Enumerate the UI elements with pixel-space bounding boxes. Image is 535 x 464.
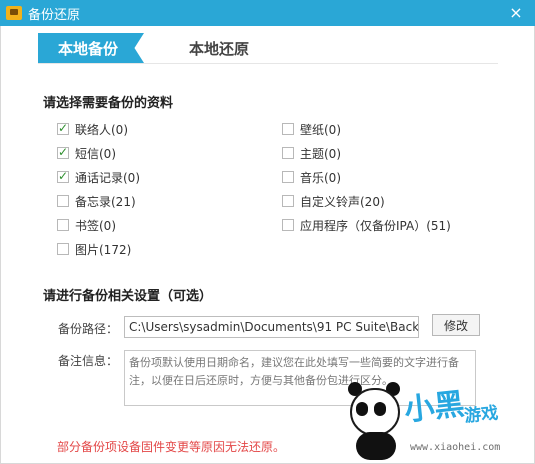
checkbox-label: 图片(172) [75, 242, 132, 257]
app-icon [6, 6, 22, 20]
checkbox-label: 短信(0) [75, 146, 116, 161]
checkbox-music[interactable]: 音乐(0) [282, 169, 341, 185]
checkbox-unchecked-icon[interactable] [57, 219, 69, 231]
checkbox-unchecked-icon[interactable] [57, 195, 69, 207]
checkbox-memo[interactable]: 备忘录(21) [57, 193, 136, 209]
checkbox-label: 联络人(0) [75, 122, 128, 137]
checkbox-checked-icon[interactable] [57, 169, 69, 183]
checkbox-custom-ringtones[interactable]: 自定义铃声(20) [282, 193, 385, 209]
checkbox-call-log[interactable]: 通话记录(0) [57, 169, 140, 185]
close-button[interactable]: × [507, 4, 525, 22]
checkbox-label: 主题(0) [300, 146, 341, 161]
modify-path-button[interactable]: 修改 [432, 314, 480, 336]
backup-path-input[interactable]: C:\Users\sysadmin\Documents\91 PC Suite\… [124, 316, 419, 338]
tab-divider [38, 63, 498, 64]
watermark-logo-text: 小黑 [402, 386, 467, 429]
checkbox-unchecked-icon[interactable] [282, 195, 294, 207]
site-watermark: 小黑 游戏 www.xiaohei.com [346, 382, 526, 462]
checkbox-contacts[interactable]: 联络人(0) [57, 121, 128, 137]
checkbox-label: 自定义铃声(20) [300, 194, 385, 209]
checkbox-label: 备忘录(21) [75, 194, 136, 209]
checkbox-unchecked-icon[interactable] [282, 219, 294, 231]
title-bar: 备份还原 × [0, 0, 535, 26]
checkbox-sms[interactable]: 短信(0) [57, 145, 116, 161]
backup-path-label: 备份路径： [58, 322, 119, 336]
note-label: 备注信息： [58, 354, 119, 368]
checkbox-unchecked-icon[interactable] [282, 171, 294, 183]
checkbox-theme[interactable]: 主题(0) [282, 145, 341, 161]
checkbox-label: 壁纸(0) [300, 122, 341, 137]
checkbox-unchecked-icon[interactable] [282, 147, 294, 159]
watermark-game-text: 游戏 [463, 403, 500, 427]
checkbox-label: 应用程序（仅备份IPA）(51) [300, 218, 451, 233]
checkbox-checked-icon[interactable] [57, 121, 69, 135]
checkbox-bookmarks[interactable]: 书签(0) [57, 217, 116, 233]
window-title: 备份还原 [28, 7, 81, 23]
checkbox-label: 音乐(0) [300, 170, 341, 185]
checkbox-unchecked-icon[interactable] [282, 123, 294, 135]
checkbox-checked-icon[interactable] [57, 145, 69, 159]
tab-local-restore[interactable]: 本地还原 [189, 38, 249, 59]
checkbox-label: 书签(0) [75, 218, 116, 233]
watermark-url: www.xiaohei.com [410, 442, 501, 453]
checkbox-unchecked-icon[interactable] [57, 243, 69, 255]
checkbox-pictures[interactable]: 图片(172) [57, 241, 131, 257]
checkbox-apps[interactable]: 应用程序（仅备份IPA）(51) [282, 217, 451, 233]
checkbox-label: 通话记录(0) [75, 170, 140, 185]
backup-items-title: 请选择需要备份的资料 [43, 96, 174, 111]
settings-title: 请进行备份相关设置（可选） [43, 289, 213, 304]
tab-local-backup[interactable]: 本地备份 [38, 33, 144, 63]
tab-local-backup-label: 本地备份 [58, 39, 119, 58]
checkbox-wallpaper[interactable]: 壁纸(0) [282, 121, 341, 137]
panda-logo-icon [346, 382, 408, 460]
warning-text: 部分备份项设备固件变更等原因无法还原。 [57, 440, 286, 454]
